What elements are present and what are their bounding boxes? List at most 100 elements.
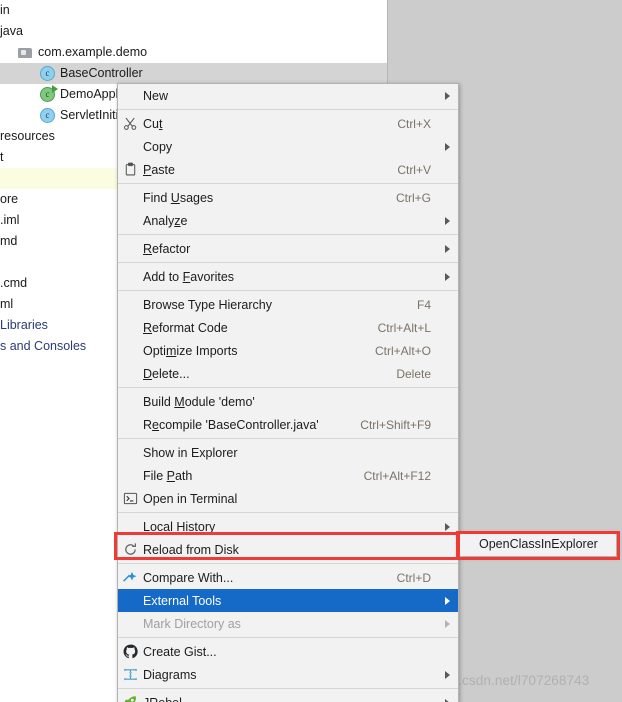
menu-separator [118,637,458,638]
tree-row-label: .cmd [0,276,28,290]
tree-row-label: resources [0,129,55,143]
menu-item-cut[interactable]: Cut Ctrl+X [118,112,458,135]
menu-item-mark-directory-as: Mark Directory as [118,612,458,635]
tree-row-label: BaseController [60,66,143,80]
menu-item-label: Optimize Imports [143,343,238,358]
tree-row-label: java [0,24,23,38]
menu-item-shortcut: Delete [396,366,431,381]
menu-item-label: Open in Terminal [143,491,238,506]
menu-item-label: Paste [143,162,175,177]
clipboard-icon [118,162,143,177]
menu-separator [118,109,458,110]
menu-item-browse-type-hierarchy[interactable]: Browse Type Hierarchy F4 [118,293,458,316]
menu-item-diagrams[interactable]: Diagrams [118,663,458,686]
tree-row-label: ore [0,192,19,206]
menu-item-label: Reload from Disk [143,542,239,557]
menu-item-shortcut: Ctrl+G [395,190,431,205]
context-menu-items: New Cut Ctrl+X Copy Paste Ctrl+V Find Usages Ct… [118,84,458,702]
menu-item-reload-from-disk[interactable]: Reload from Disk [118,538,458,561]
menu-separator [118,688,458,689]
menu-separator [118,234,458,235]
tree-row[interactable]: c BaseController [0,63,387,84]
menu-item-reformat-code[interactable]: Reformat Code Ctrl+Alt+L [118,316,458,339]
tree-row-label: t [0,150,4,164]
menu-item-optimize-imports[interactable]: Optimize Imports Ctrl+Alt+O [118,339,458,362]
menu-item-jrebel[interactable]: JRJRebel [118,691,458,702]
menu-item-external-tools[interactable]: External Tools [118,589,458,612]
menu-item-shortcut: Ctrl+Alt+F12 [363,468,431,483]
menu-item-create-gist[interactable]: Create Gist... [118,640,458,663]
menu-item-label: External Tools [143,593,222,608]
menu-item-label: Copy [143,139,173,154]
tree-row[interactable]: com.example.demo [0,42,387,63]
menu-item-shortcut: Ctrl+Alt+L [377,320,431,335]
menu-item-label: Reformat Code [143,320,228,335]
menu-item-local-history[interactable]: Local History [118,515,458,538]
menu-item-refactor[interactable]: Refactor [118,237,458,260]
context-menu[interactable]: New Cut Ctrl+X Copy Paste Ctrl+V Find Usages Ct… [117,83,459,702]
external-tools-submenu[interactable]: OpenClassInExplorer [457,532,617,557]
github-icon [118,644,143,659]
menu-item-label: Create Gist... [143,644,217,659]
menu-item-open-in-terminal[interactable]: Open in Terminal [118,487,458,510]
tree-row[interactable]: in [0,0,387,21]
menu-item-compare-with[interactable]: Compare With... Ctrl+D [118,566,458,589]
jrebel-icon: JR [118,695,143,702]
menu-item-label: Build Module 'demo' [143,394,255,409]
menu-item-find-usages[interactable]: Find Usages Ctrl+G [118,186,458,209]
tree-row-label: Libraries [0,318,48,332]
menu-separator [118,290,458,291]
tree-row-label: ml [0,297,14,311]
java-class-icon: c [40,108,55,123]
menu-item-label: New [143,88,169,103]
menu-item-label: Refactor [143,241,191,256]
menu-item-label: Recompile 'BaseController.java' [143,417,319,432]
menu-item-shortcut: Ctrl+D [396,570,431,585]
menu-item-shortcut: Ctrl+X [397,116,431,131]
menu-separator [118,512,458,513]
terminal-icon [118,491,143,506]
menu-item-build-module-demo[interactable]: Build Module 'demo' [118,390,458,413]
menu-item-copy[interactable]: Copy [118,135,458,158]
menu-item-label: Browse Type Hierarchy [143,297,272,312]
package-icon [18,46,33,59]
menu-item-show-in-explorer[interactable]: Show in Explorer [118,441,458,464]
scissors-icon [118,116,143,131]
tree-row-label: com.example.demo [38,45,148,59]
menu-item-new[interactable]: New [118,84,458,107]
tree-row[interactable]: java [0,21,387,42]
menu-separator [118,563,458,564]
menu-item-label: Delete... [143,366,190,381]
menu-item-add-to-favorites[interactable]: Add to Favorites [118,265,458,288]
menu-separator [118,438,458,439]
menu-item-label: JRebel [143,696,440,702]
submenu-item-openclassinexplorer[interactable]: OpenClassInExplorer [458,533,616,556]
diagram-icon [118,667,143,682]
refresh-icon [118,542,143,557]
menu-item-delete[interactable]: Delete... Delete [118,362,458,385]
menu-separator [118,387,458,388]
compare-icon [118,570,143,585]
menu-item-label: Compare With... [143,570,234,585]
menu-item-analyze[interactable]: Analyze [118,209,458,232]
menu-item-label: Add to Favorites [143,269,235,284]
menu-item-label: Local History [143,519,216,534]
menu-item-file-path[interactable]: File Path Ctrl+Alt+F12 [118,464,458,487]
menu-item-label: File Path [143,468,193,483]
screenshot-root: in java com.example.demo c BaseController c De… [0,0,622,702]
menu-item-label: Analyze [143,213,188,228]
tree-row-label: in [0,3,10,17]
menu-item-paste[interactable]: Paste Ctrl+V [118,158,458,181]
menu-item-label: Show in Explorer [143,445,238,460]
tree-row-label: s and Consoles [0,339,87,353]
menu-item-recompile-basecontroller-java[interactable]: Recompile 'BaseController.java' Ctrl+Shif… [118,413,458,436]
tree-row-label: md [0,234,18,248]
menu-separator [118,262,458,263]
menu-item-shortcut: F4 [416,297,431,312]
java-runnable-class-icon: c [40,85,58,102]
tree-row-label: .iml [0,213,20,227]
menu-item-shortcut: Ctrl+V [397,162,431,177]
menu-item-label: Find Usages [143,190,214,205]
java-class-icon: c [40,66,55,81]
menu-item-label: Diagrams [143,667,197,682]
